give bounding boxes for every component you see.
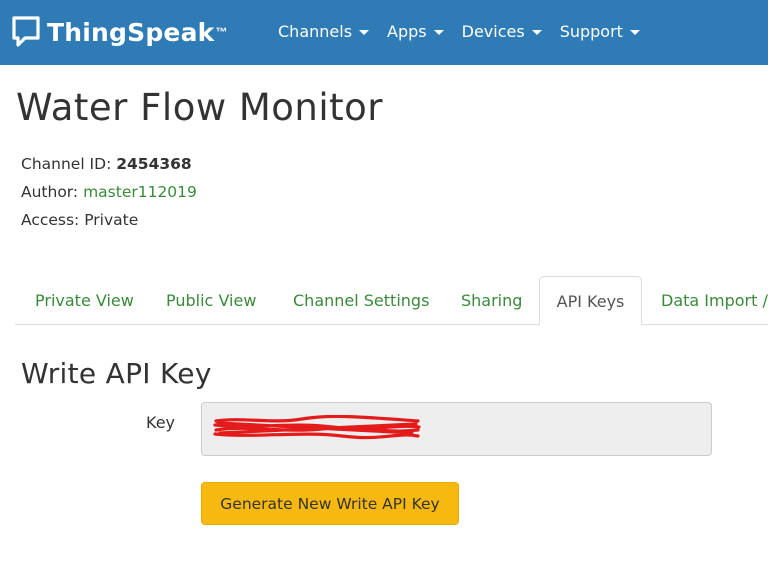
menu-apps-label: Apps xyxy=(387,22,427,41)
tab-channel-settings[interactable]: Channel Settings xyxy=(293,276,429,324)
caret-down-icon xyxy=(359,29,370,35)
menu-devices-label: Devices xyxy=(461,22,525,41)
speech-bubble-icon xyxy=(12,16,40,47)
tab-api-keys[interactable]: API Keys xyxy=(539,276,642,326)
menu-channels-label: Channels xyxy=(278,22,353,41)
author-row: Author: master112019 xyxy=(21,178,197,206)
write-api-key-field[interactable] xyxy=(201,402,712,456)
tab-data-import[interactable]: Data Import / xyxy=(661,276,768,324)
caret-down-icon xyxy=(531,29,542,35)
tab-private-view[interactable]: Private View xyxy=(35,276,134,324)
caret-down-icon xyxy=(433,29,444,35)
channel-meta: Channel ID: 2454368 Author: master112019… xyxy=(21,150,197,234)
main-menu: Channels Apps Devices Support xyxy=(278,22,658,41)
page-title: Water Flow Monitor xyxy=(16,86,384,129)
menu-channels[interactable]: Channels xyxy=(278,22,370,41)
author-link[interactable]: master112019 xyxy=(83,183,197,201)
top-navbar: ThingSpeak ™ Channels Apps Devices Suppo… xyxy=(0,0,768,65)
channel-id-label: Channel ID: xyxy=(21,155,117,173)
menu-apps[interactable]: Apps xyxy=(387,22,444,41)
menu-support-label: Support xyxy=(559,22,623,41)
caret-down-icon xyxy=(629,29,640,35)
brand-logo[interactable]: ThingSpeak ™ xyxy=(11,15,227,49)
write-api-key-heading: Write API Key xyxy=(21,357,212,390)
key-label: Key xyxy=(146,413,176,432)
access-row: Access: Private xyxy=(21,206,197,234)
channel-id-row: Channel ID: 2454368 xyxy=(21,150,197,178)
channel-tabs: Private View Public View Channel Setting… xyxy=(15,276,768,326)
trademark-mark: ™ xyxy=(215,25,228,39)
tab-public-view[interactable]: Public View xyxy=(166,276,256,324)
author-label: Author: xyxy=(21,183,84,201)
tab-sharing[interactable]: Sharing xyxy=(461,276,522,324)
menu-support[interactable]: Support xyxy=(560,22,640,41)
menu-devices[interactable]: Devices xyxy=(462,22,542,41)
channel-id-value: 2454368 xyxy=(116,155,192,173)
access-value: Private xyxy=(84,211,139,229)
brand-name: ThingSpeak xyxy=(47,17,215,47)
generate-write-api-key-button[interactable]: Generate New Write API Key xyxy=(201,482,459,525)
redaction-scribble xyxy=(213,415,421,440)
access-label: Access: xyxy=(21,211,85,229)
